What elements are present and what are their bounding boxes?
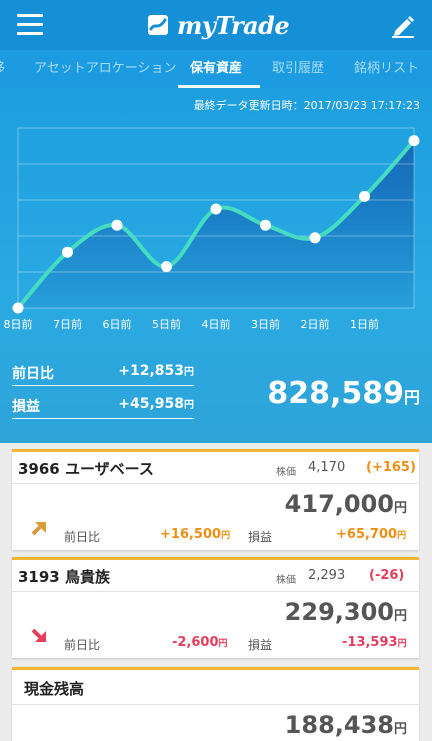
app-header: myTrade [0, 0, 432, 50]
profit-label: 損益 [248, 638, 273, 652]
holding-amount: 417,000円 [284, 490, 407, 518]
arrow-down-right-icon [31, 628, 46, 642]
day-change-value: -2,600円 [172, 635, 228, 650]
day-change-label: 前日比 [64, 638, 101, 652]
last-updated-text: 最終データ更新日時：2017/03/23 17:17:23 [193, 99, 420, 112]
price-label: 株価 [276, 575, 296, 586]
hamburger-icon[interactable] [17, 14, 43, 36]
day-change-label: 前日比 [64, 530, 101, 544]
day-change-row: 前日比 +12,853円 [12, 360, 194, 386]
chart-area-fill [18, 140, 414, 308]
chart-point-6[interactable] [309, 232, 321, 244]
app-logo: myTrade [147, 10, 290, 40]
holding-amount: 229,300円 [284, 598, 407, 626]
mytrade-logo-icon [148, 15, 168, 35]
day-change-label: 前日比 [12, 366, 54, 382]
profit-row: 損益 +45,958円 [12, 393, 194, 419]
holding-code-name: 3193 鳥貴族 [18, 568, 110, 586]
profit-value: +65,700円 [336, 527, 407, 542]
price-value: 2,293 [308, 568, 346, 583]
price-label: 株価 [276, 467, 296, 478]
price-change: (-26) [369, 568, 405, 583]
chart-x-label: 8日前 [3, 318, 33, 331]
tab-asset-allocation[interactable]: アセットアロケーション [34, 50, 176, 88]
chart-x-label: 7日前 [53, 318, 82, 331]
chart-x-label: 4日前 [201, 318, 231, 331]
cash-title: 現金残高 [24, 680, 85, 698]
holding-card-3193[interactable]: 3193 鳥貴族 株価 2,293 (-26) 229,300円 前日比 -2,… [12, 557, 419, 658]
chart-point-0[interactable] [12, 302, 24, 314]
chart-point-5[interactable] [260, 219, 271, 231]
tab-prev[interactable]: 移 [0, 50, 5, 88]
chart-x-label: 6日前 [102, 318, 132, 331]
holding-card-3966[interactable]: 3966 ユーザベース 株価 4,170 (+165) 417,000円 前日比… [12, 449, 419, 550]
tab-history[interactable]: 取引履歴 [272, 50, 324, 88]
app-title: myTrade [177, 10, 290, 40]
holding-card-header: 3193 鳥貴族 株価 2,293 (-26) [12, 560, 419, 592]
chart-x-label: 5日前 [152, 318, 181, 331]
cash-balance-card[interactable]: 現金残高 188,438円 [12, 667, 419, 741]
arrow-up-right-icon [31, 522, 46, 536]
profit-label: 損益 [248, 530, 273, 544]
pencil-icon[interactable] [390, 12, 416, 38]
tab-stock-list[interactable]: 銘柄リスト [354, 50, 419, 88]
cash-amount: 188,438円 [284, 711, 407, 739]
day-change-value: +12,853円 [118, 363, 194, 379]
chart-point-4[interactable] [210, 203, 222, 215]
chart-point-1[interactable] [62, 246, 73, 258]
chart-point-7[interactable] [359, 190, 370, 202]
profit-label: 損益 [12, 399, 40, 415]
portfolio-line-chart [12, 127, 420, 314]
tab-bar: 移 アセットアロケーション 保有資産 取引履歴 銘柄リスト [0, 50, 432, 88]
chart-point-8[interactable] [408, 135, 420, 147]
profit-value: -13,593円 [342, 635, 407, 650]
chart-point-2[interactable] [111, 219, 123, 231]
profit-value: +45,958円 [118, 396, 194, 412]
price-change: (+165) [366, 460, 416, 475]
chart-x-label: 1日前 [350, 318, 379, 331]
holding-card-header: 3966 ユーザベース 株価 4,170 (+165) [12, 452, 419, 484]
total-assets-value: 828,589円 [267, 376, 420, 411]
day-change-value: +16,500円 [160, 527, 231, 542]
cash-card-header: 現金残高 [12, 670, 419, 705]
tab-holdings[interactable]: 保有資産 [190, 50, 242, 88]
chart-x-label: 2日前 [300, 318, 330, 331]
chart-point-3[interactable] [161, 261, 172, 273]
holding-code-name: 3966 ユーザベース [18, 460, 154, 478]
chart-x-label: 3日前 [251, 318, 280, 331]
price-value: 4,170 [308, 460, 346, 475]
